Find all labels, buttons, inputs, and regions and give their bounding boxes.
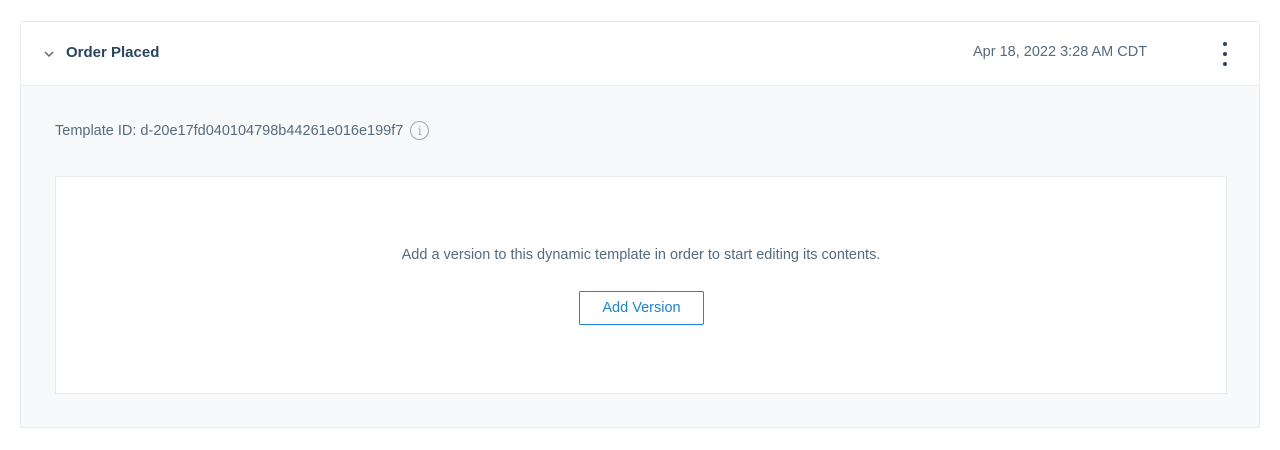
empty-state-message: Add a version to this dynamic template i… [401, 247, 881, 263]
template-id-row: Template ID: d-20e17fd040104798b44261e01… [55, 121, 430, 140]
kebab-dot [1223, 42, 1227, 46]
template-timestamp: Apr 18, 2022 3:28 AM CDT [973, 44, 1148, 60]
kebab-dot [1223, 52, 1227, 56]
kebab-menu-icon[interactable] [1213, 40, 1237, 68]
chevron-down-icon[interactable] [43, 49, 55, 59]
empty-versions-panel: Add a version to this dynamic template i… [55, 176, 1227, 394]
kebab-dot [1223, 62, 1227, 66]
template-card-header[interactable]: Order Placed Apr 18, 2022 3:28 AM CDT [21, 22, 1259, 86]
add-version-button[interactable]: Add Version [579, 291, 704, 325]
info-icon[interactable]: i [410, 121, 430, 140]
template-card: Order Placed Apr 18, 2022 3:28 AM CDT Te… [20, 21, 1260, 428]
template-id-label: Template ID: d-20e17fd040104798b44261e01… [55, 122, 404, 139]
template-title: Order Placed [66, 44, 160, 61]
